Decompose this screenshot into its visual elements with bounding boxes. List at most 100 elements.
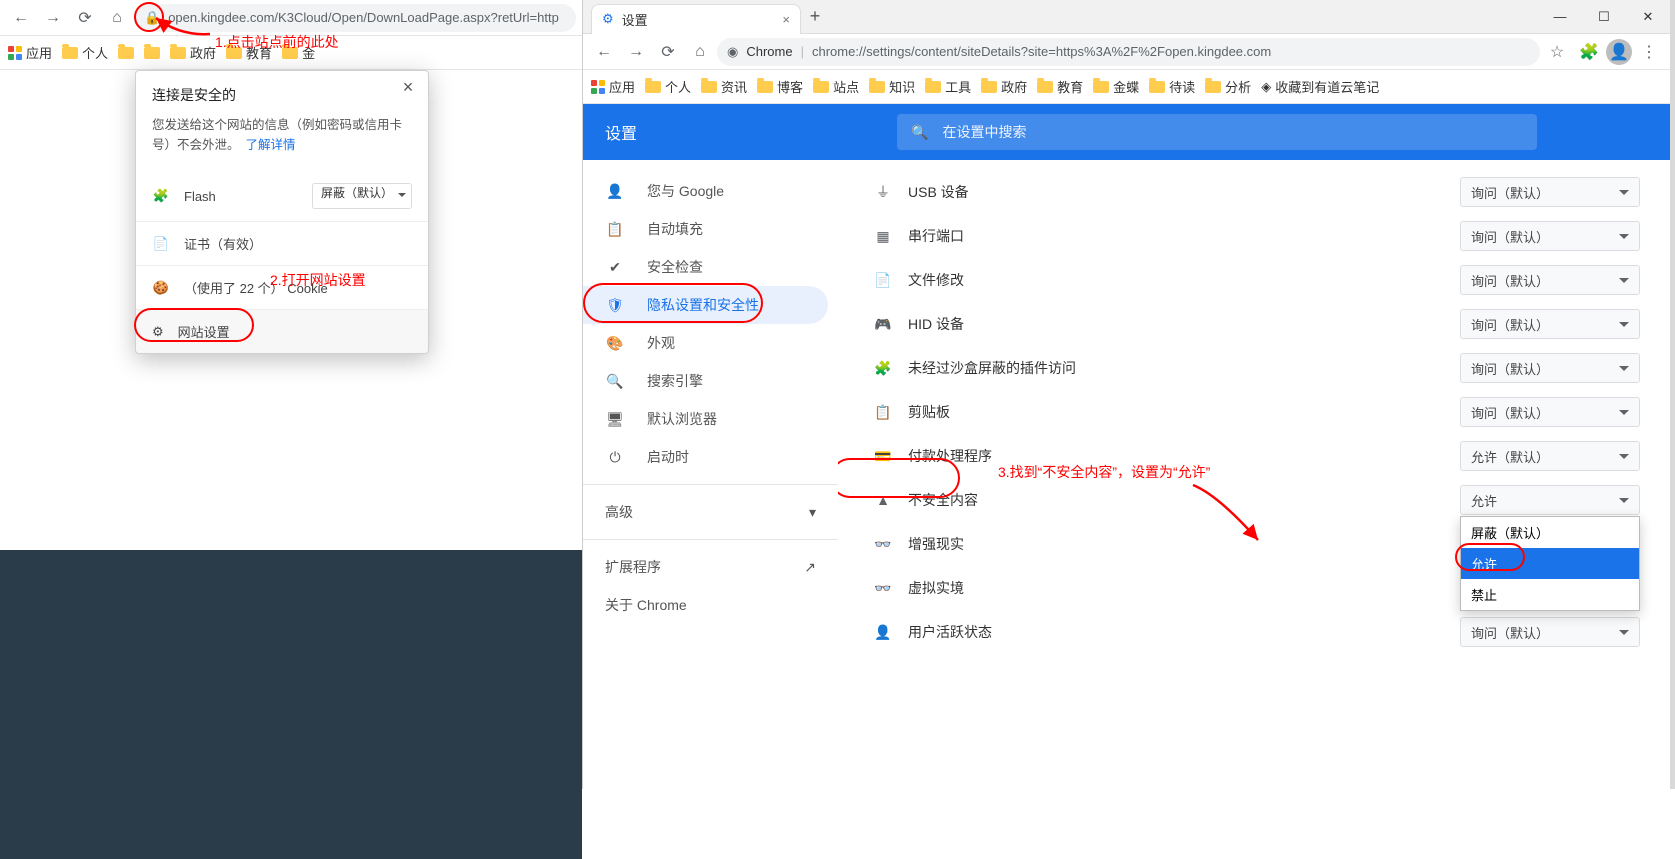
window-titlebar: ⚙ 设置 × + — ☐ ✕: [583, 0, 1670, 34]
home-button[interactable]: ⌂: [685, 37, 715, 67]
permission-select[interactable]: 询问（默认）: [1460, 177, 1640, 207]
permission-select[interactable]: 允许: [1460, 485, 1640, 515]
profile-icon[interactable]: 👤: [1606, 39, 1632, 65]
cookie-label: （使用了 22 个） Cookie: [184, 278, 328, 297]
nav-advanced[interactable]: 高级▾: [583, 493, 838, 531]
plugin-icon: 🧩: [868, 360, 898, 377]
new-tab-button[interactable]: +: [801, 3, 829, 31]
nav-extensions[interactable]: 扩展程序↗: [583, 548, 838, 586]
dropdown-option-deny[interactable]: 禁止: [1461, 579, 1639, 610]
cookie-icon: 🍪: [152, 280, 170, 296]
site-settings-label: 网站设置: [178, 322, 230, 341]
left-url-text: open.kingdee.com/K3Cloud/Open/DownLoadPa…: [168, 10, 559, 25]
dropdown-option-block[interactable]: 屏蔽（默认）: [1461, 517, 1639, 548]
certificate-label: 证书（有效）: [184, 234, 262, 253]
flash-select[interactable]: 屏蔽（默认）: [312, 183, 412, 209]
certificate-row[interactable]: 📄 证书（有效）: [136, 221, 428, 265]
bookmark-folder[interactable]: 待读: [1149, 77, 1195, 96]
permission-row: 👤用户活跃状态询问（默认）: [868, 610, 1640, 654]
bookmark-folder[interactable]: 个人: [645, 77, 691, 96]
star-icon[interactable]: ☆: [1542, 37, 1572, 67]
close-icon[interactable]: ×: [396, 75, 420, 99]
extension-icon[interactable]: 🧩: [1574, 37, 1604, 67]
bookmark-folder[interactable]: [144, 47, 160, 59]
site-settings-row[interactable]: ⚙ 网站设置: [136, 309, 428, 353]
settings-search[interactable]: 🔍 在设置中搜索: [897, 114, 1537, 150]
left-browser-window: ← → ⟳ ⌂ 🔒 open.kingdee.com/K3Cloud/Open/…: [0, 0, 583, 789]
clip-icon: 📋: [868, 404, 898, 421]
bookmark-folder[interactable]: 博客: [757, 77, 803, 96]
left-bookmarks-bar: 应用 个人 政府 教育 金: [0, 36, 582, 70]
clipboard-icon: 📋: [605, 221, 625, 238]
warn-icon: ▲: [868, 492, 898, 508]
permission-label: 串行端口: [908, 226, 964, 246]
left-address-bar[interactable]: 🔒 open.kingdee.com/K3Cloud/Open/DownLoad…: [134, 4, 576, 32]
nav-autofill[interactable]: 📋自动填充: [583, 210, 838, 248]
permission-select[interactable]: 询问（默认）: [1460, 397, 1640, 427]
bookmark-folder[interactable]: 知识: [869, 77, 915, 96]
youdao-bookmark[interactable]: ◈收藏到有道云笔记: [1261, 77, 1379, 96]
nav-safety[interactable]: ✔安全检查: [583, 248, 838, 286]
bookmark-folder[interactable]: 分析: [1205, 77, 1251, 96]
bookmark-folder[interactable]: 政府: [981, 77, 1027, 96]
close-window-button[interactable]: ✕: [1626, 0, 1670, 34]
permission-select[interactable]: 询问（默认）: [1460, 265, 1640, 295]
person-icon: 👤: [605, 183, 625, 200]
back-button[interactable]: ←: [589, 37, 619, 67]
permission-select[interactable]: 询问（默认）: [1460, 353, 1640, 383]
permission-dropdown[interactable]: 屏蔽（默认） 允许 禁止: [1460, 516, 1640, 611]
learn-more-link[interactable]: 了解详情: [246, 138, 296, 152]
permission-row: ⏚USB 设备询问（默认）: [868, 170, 1640, 214]
bookmark-folder[interactable]: 工具: [925, 77, 971, 96]
back-button[interactable]: ←: [6, 3, 36, 33]
apps-shortcut[interactable]: 应用: [8, 43, 52, 62]
permission-label: HID 设备: [908, 314, 964, 334]
bookmark-folder[interactable]: 金蝶: [1093, 77, 1139, 96]
nav-you-and-google[interactable]: 👤您与 Google: [583, 172, 838, 210]
vr-icon: 👓: [868, 580, 898, 597]
bookmark-folder[interactable]: 政府: [170, 43, 216, 62]
permission-select[interactable]: 允许（默认）: [1460, 441, 1640, 471]
right-toolbar: ← → ⟳ ⌂ ◉ Chrome | chrome://settings/con…: [583, 34, 1670, 70]
forward-button[interactable]: →: [621, 37, 651, 67]
permission-label: 用户活跃状态: [908, 622, 992, 642]
pay-icon: 💳: [868, 448, 898, 465]
nav-about[interactable]: 关于 Chrome: [583, 586, 838, 624]
bookmark-folder[interactable]: 个人: [62, 43, 108, 62]
permission-select[interactable]: 询问（默认）: [1460, 221, 1640, 251]
bookmark-folder[interactable]: 教育: [1037, 77, 1083, 96]
bookmark-folder[interactable]: [118, 47, 134, 59]
nav-search-engine[interactable]: 🔍搜索引擎: [583, 362, 838, 400]
palette-icon: 🎨: [605, 335, 625, 352]
bookmark-folder[interactable]: 站点: [813, 77, 859, 96]
nav-appearance[interactable]: 🎨外观: [583, 324, 838, 362]
right-address-bar[interactable]: ◉ Chrome | chrome://settings/content/sit…: [717, 38, 1540, 66]
gear-icon: ⚙: [602, 11, 614, 27]
maximize-button[interactable]: ☐: [1582, 0, 1626, 34]
minimize-button[interactable]: —: [1538, 0, 1582, 34]
forward-button[interactable]: →: [38, 3, 68, 33]
reload-button[interactable]: ⟳: [653, 37, 683, 67]
search-icon: 🔍: [605, 373, 625, 390]
nav-privacy[interactable]: 🛡隐私设置和安全性: [583, 286, 828, 324]
cookie-row[interactable]: 🍪 （使用了 22 个） Cookie: [136, 265, 428, 309]
reload-button[interactable]: ⟳: [70, 3, 100, 33]
bookmark-folder[interactable]: 金: [282, 43, 315, 62]
youdao-icon: ◈: [1261, 79, 1271, 95]
bookmark-folder[interactable]: 教育: [226, 43, 272, 62]
permission-select[interactable]: 询问（默认）: [1460, 617, 1640, 647]
apps-shortcut[interactable]: 应用: [591, 77, 635, 96]
permission-row: 📋剪贴板询问（默认）: [868, 390, 1640, 434]
dropdown-option-allow[interactable]: 允许: [1461, 548, 1639, 579]
browser-tab[interactable]: ⚙ 设置 ×: [591, 4, 801, 34]
bookmark-folder[interactable]: 资讯: [701, 77, 747, 96]
permission-label: 未经过沙盒屏蔽的插件访问: [908, 358, 1076, 378]
nav-startup[interactable]: ⏻启动时: [583, 438, 838, 476]
lock-icon[interactable]: 🔒: [144, 10, 160, 26]
menu-icon[interactable]: ⋮: [1634, 37, 1664, 67]
home-button[interactable]: ⌂: [102, 3, 132, 33]
permission-select[interactable]: 询问（默认）: [1460, 309, 1640, 339]
close-tab-icon[interactable]: ×: [782, 12, 790, 27]
hid-icon: 🎮: [868, 316, 898, 333]
nav-default-browser[interactable]: 🖥默认浏览器: [583, 400, 838, 438]
